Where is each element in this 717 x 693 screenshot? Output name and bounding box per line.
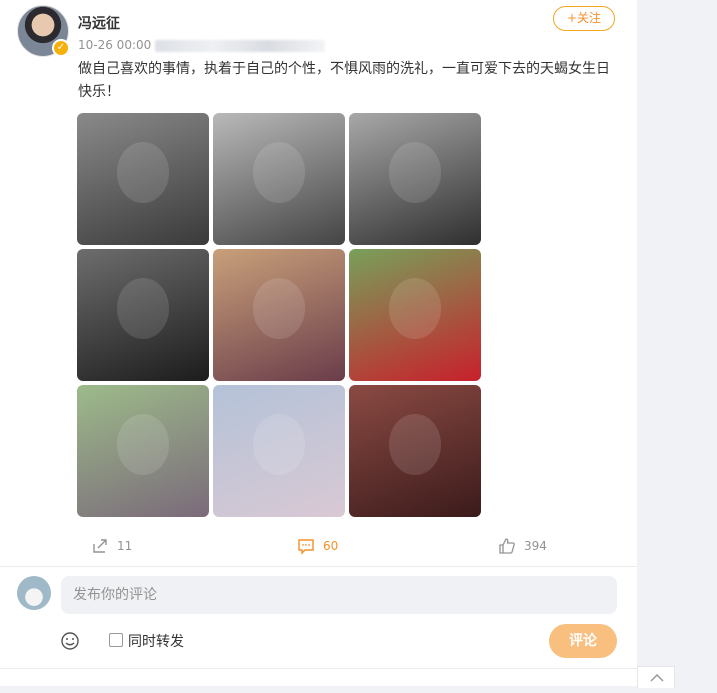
post-meta: 10-26 00:00 (78, 38, 326, 52)
photo-bw-child-dancing[interactable] (77, 113, 209, 245)
obscured-source (155, 39, 326, 52)
photo-woman-costume-purple[interactable] (213, 249, 345, 381)
divider (0, 668, 637, 669)
photo-woman-red-dress[interactable] (349, 249, 481, 381)
verified-badge-icon: ✓ (52, 39, 70, 57)
photo-woman-dark-portrait[interactable] (349, 385, 481, 517)
photo-bw-child-smiling[interactable] (213, 113, 345, 245)
comment-count: 60 (323, 539, 339, 553)
current-user-avatar (17, 576, 51, 610)
photo-bw-girl-cap[interactable] (349, 113, 481, 245)
photo-woman-braid-garden[interactable] (77, 385, 209, 517)
author-name[interactable]: 冯远征 (78, 13, 120, 33)
comment-button[interactable]: 60 (297, 537, 338, 555)
comment-icon (298, 539, 314, 555)
photo-grid (77, 113, 482, 517)
comment-input[interactable]: 发布你的评论 (61, 576, 617, 614)
emoji-icon[interactable] (60, 631, 80, 651)
follow-button[interactable]: +关注 (553, 6, 615, 31)
back-to-top-button[interactable] (637, 666, 675, 688)
post-time[interactable]: 10-26 00:00 (78, 38, 151, 52)
like-count: 394 (524, 539, 547, 553)
divider (0, 566, 637, 567)
post-card: ✓ 冯远征 10-26 00:00 +关注 做自己喜欢的事情，执着于自己的个性，… (0, 0, 637, 686)
repost-checkbox[interactable] (109, 633, 123, 647)
submit-comment-button[interactable]: 评论 (549, 624, 617, 658)
repost-count: 11 (117, 539, 133, 553)
photo-bw-woman-portrait[interactable] (77, 249, 209, 381)
action-bar: 11 60 394 (0, 530, 637, 560)
photo-woman-short-hair-pink[interactable] (213, 385, 345, 517)
repost-button[interactable]: 11 (91, 537, 132, 555)
post-text: 做自己喜欢的事情，执着于自己的个性，不惧风雨的洗礼，一直可爱下去的天蝎女生日快乐… (78, 61, 610, 100)
repost-checkbox-label[interactable]: 同时转发 (128, 631, 184, 651)
repost-icon (93, 539, 107, 553)
thumbs-up-icon (499, 538, 515, 554)
like-button[interactable]: 394 (498, 537, 547, 555)
